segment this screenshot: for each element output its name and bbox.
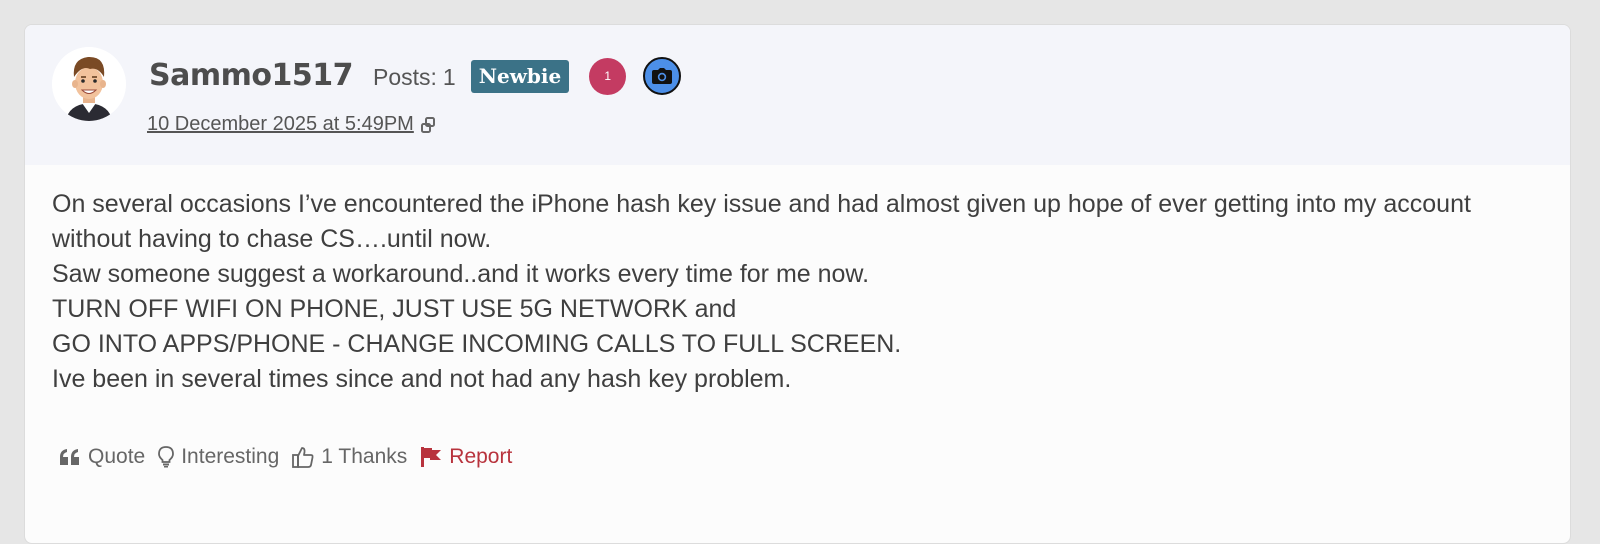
post-paragraph: On several occasions I’ve encountered th… <box>52 190 1471 253</box>
forum-post: Sammo1517 Posts: 1 Newbie 1 10 December … <box>24 24 1571 544</box>
quote-button[interactable]: Quote <box>59 445 145 469</box>
report-button[interactable]: Report <box>420 445 512 469</box>
quote-icon <box>60 449 79 465</box>
post-count: Posts: 1 <box>373 64 456 91</box>
posts-count: 1 <box>442 63 456 90</box>
timestamp-link[interactable]: 10 December 2025 at 5:49PM <box>147 113 414 136</box>
notification-badge[interactable]: 1 <box>589 57 627 95</box>
post-body: On several occasions I’ve encountered th… <box>52 187 1532 397</box>
rank-badge: Newbie <box>470 59 570 93</box>
thanks-button[interactable]: 1 Thanks <box>292 445 407 469</box>
post-paragraph: Saw someone suggest a workaround..and it… <box>52 260 870 288</box>
thumbs-up-icon <box>292 447 314 468</box>
lightbulb-icon <box>158 446 175 468</box>
post-header: Sammo1517 Posts: 1 Newbie 1 10 December … <box>25 25 1570 165</box>
permalink-icon[interactable] <box>420 116 436 133</box>
post-actions: Quote Interesting 1 Thanks Report <box>59 445 525 469</box>
thanks-label: 1 Thanks <box>321 445 408 468</box>
author-line: Sammo1517 Posts: 1 Newbie 1 <box>149 55 682 95</box>
posts-label: Posts: <box>372 63 437 90</box>
report-label: Report <box>449 445 513 468</box>
post-paragraph: Ive been in several times since and not … <box>52 365 792 393</box>
post-paragraph: TURN OFF WIFI ON PHONE, JUST USE 5G NETW… <box>52 295 737 323</box>
flag-icon <box>421 447 442 467</box>
quote-label: Quote <box>88 445 146 468</box>
interesting-button[interactable]: Interesting <box>158 445 279 469</box>
camera-icon[interactable] <box>643 57 682 95</box>
post-timestamp: 10 December 2025 at 5:49PM <box>147 113 436 136</box>
avatar[interactable] <box>52 47 126 121</box>
username[interactable]: Sammo1517 <box>149 58 353 93</box>
post-paragraph: GO INTO APPS/PHONE - CHANGE INCOMING CAL… <box>52 330 902 358</box>
interesting-label: Interesting <box>181 445 280 468</box>
